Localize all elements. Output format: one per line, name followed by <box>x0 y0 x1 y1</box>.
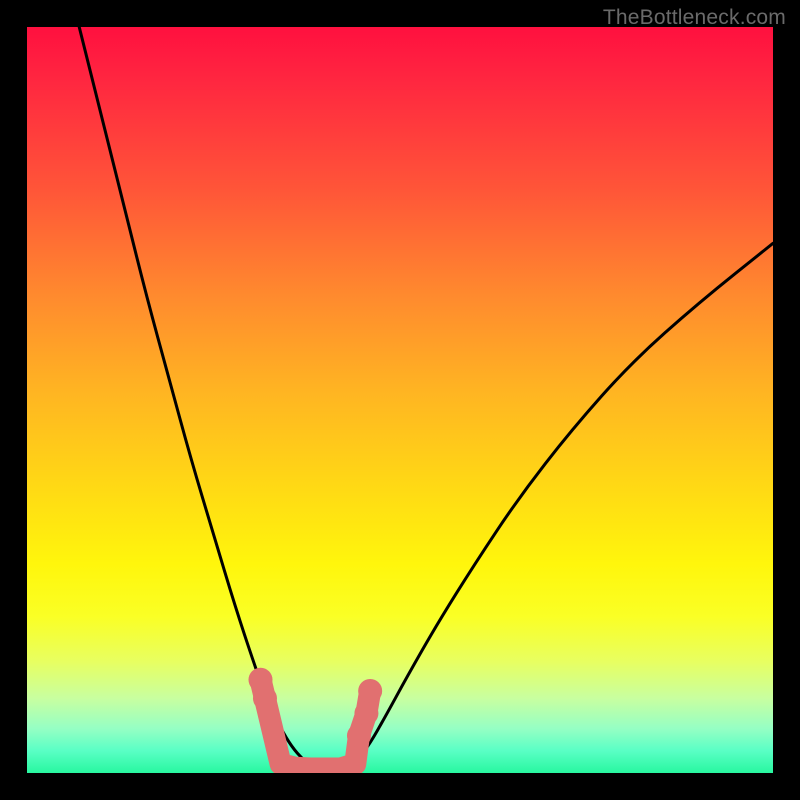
left-curve <box>79 27 314 769</box>
series-group <box>79 27 773 769</box>
chart-svg <box>27 27 773 773</box>
trough-stroke <box>260 680 370 769</box>
trough-dot <box>347 724 371 748</box>
right-curve <box>348 243 773 769</box>
plot-area <box>27 27 773 773</box>
trough-dot <box>354 701 378 725</box>
chart-container: TheBottleneck.com <box>0 0 800 800</box>
trough-dot <box>358 679 382 703</box>
trough-dot <box>253 686 277 710</box>
